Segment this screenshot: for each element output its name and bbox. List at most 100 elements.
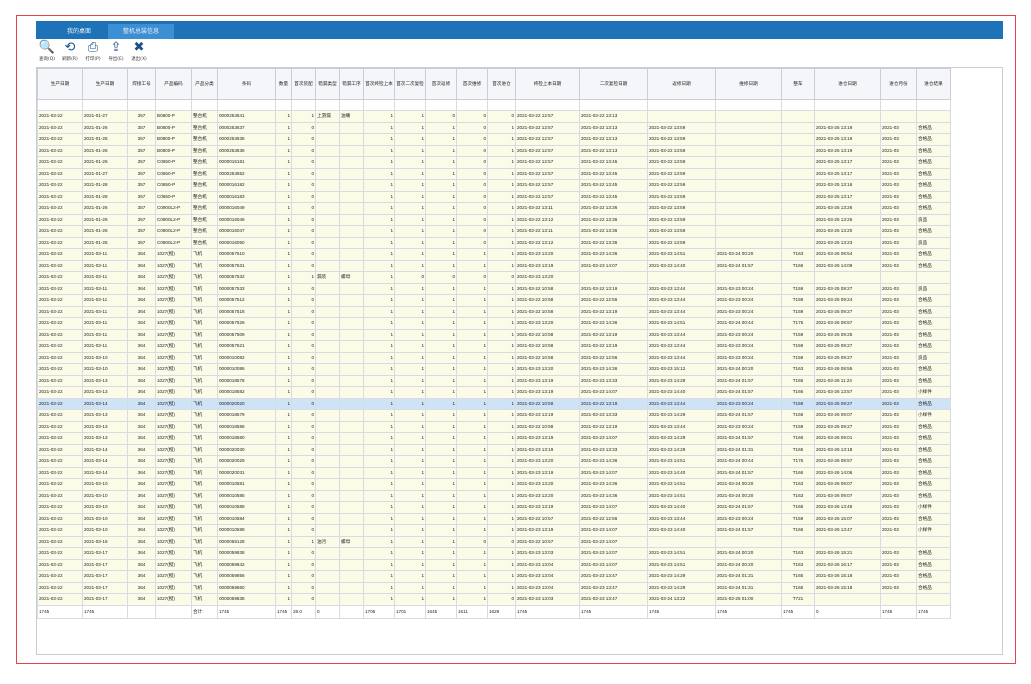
table-row[interactable]: 2021-03-22 2021-01-27 357 B0800-P 整台机 0000253… bbox=[37, 110, 951, 123]
table-row[interactable]: 2021-03-22 2021-03-10 364 1027(橙) 飞机 00000105… bbox=[37, 489, 951, 502]
column-header[interactable]: 首次维修 bbox=[456, 68, 488, 100]
column-header[interactable]: 生产日期 bbox=[37, 68, 83, 100]
table-row[interactable]: 2021-03-22 2021-03-17 364 1027(橙) 飞机 00000598… bbox=[37, 547, 951, 560]
table-row[interactable]: 2021-03-22 2021-03-10 364 1027(橙) 飞机 00000100… bbox=[37, 363, 951, 376]
table-row[interactable]: 2021-03-22 2021-01-26 357 C0900L2-P 整台机 00000… bbox=[37, 202, 951, 215]
table-row[interactable]: 2021-03-22 2021-01-26 357 B0800-P 整台机 0000253… bbox=[37, 144, 951, 157]
column-filter-cell[interactable] bbox=[394, 99, 426, 111]
column-filter-cell[interactable] bbox=[880, 99, 917, 111]
table-row[interactable]: 2021-03-22 2021-01-28 357 C0650-P 整台机 0000016… bbox=[37, 179, 951, 192]
column-filter-cell[interactable] bbox=[715, 99, 782, 111]
table-cell: 2021-03-22 10:58 bbox=[515, 420, 580, 433]
column-header[interactable]: 首次终检上本 bbox=[363, 68, 395, 100]
table-row[interactable]: 2021-03-22 2021-01-26 357 C0900L2-P 整台机 00000… bbox=[37, 236, 951, 249]
column-filter-cell[interactable] bbox=[425, 99, 457, 111]
column-filter-cell[interactable] bbox=[647, 99, 716, 111]
column-filter-cell[interactable] bbox=[515, 99, 580, 111]
column-header[interactable]: 进仓日期 bbox=[814, 68, 881, 100]
table-row[interactable]: 2021-03-22 2021-01-26 357 C0650-P 整台机 0000016… bbox=[37, 156, 951, 169]
column-header[interactable]: 数量 bbox=[275, 68, 292, 100]
table-row[interactable]: 2021-03-22 2021-03-10 364 1027(橙) 飞机 00000100… bbox=[37, 351, 951, 364]
table-row[interactable]: 2021-03-22 2021-01-26 357 B0800-P 整台机 0000253… bbox=[37, 133, 951, 146]
query-button[interactable]: 🔍 查询(Q) bbox=[37, 40, 57, 66]
column-filter-cell[interactable] bbox=[339, 99, 364, 111]
table-row[interactable]: 2021-03-22 2021-03-17 364 1027(橙) 飞机 00000598… bbox=[37, 581, 951, 594]
column-header[interactable]: 错漏工序 bbox=[339, 68, 364, 100]
column-filter-cell[interactable] bbox=[781, 99, 815, 111]
table-row[interactable]: 2021-03-22 2021-03-11 364 1027(橙) 飞机 00000575… bbox=[37, 305, 951, 318]
column-filter-cell[interactable] bbox=[127, 99, 156, 111]
column-filter-cell[interactable] bbox=[916, 99, 951, 111]
column-filter-cell[interactable] bbox=[363, 99, 395, 111]
column-filter-cell[interactable] bbox=[579, 99, 648, 111]
refresh-button[interactable]: ⟲ 刷新(R) bbox=[60, 40, 80, 66]
column-header[interactable]: 条码 bbox=[217, 68, 276, 100]
table-cell bbox=[315, 351, 340, 364]
table-row[interactable]: 2021-03-22 2021-03-16 364 1027(橙) 飞机 00000591… bbox=[37, 535, 951, 548]
column-header[interactable]: 错漏类型 bbox=[315, 68, 340, 100]
table-row[interactable]: 2021-03-22 2021-01-26 357 B0800-P 整台机 0000253… bbox=[37, 121, 951, 134]
table-row[interactable]: 2021-03-22 2021-03-10 364 1027(橙) 飞机 00000105… bbox=[37, 501, 951, 514]
column-header[interactable]: 产品分类 bbox=[191, 68, 218, 100]
table-row[interactable]: 2021-03-22 2021-03-14 364 1027(橙) 飞机 00000200… bbox=[37, 443, 951, 456]
table-row[interactable]: 2021-03-22 2021-03-14 364 1027(橙) 飞机 00000200… bbox=[37, 466, 951, 479]
table-row[interactable]: 2021-03-22 2021-03-13 364 1027(橙) 飞机 00000185… bbox=[37, 386, 951, 399]
column-header[interactable]: 进仓月份 bbox=[880, 68, 917, 100]
column-filter-cell[interactable] bbox=[37, 99, 83, 111]
column-header[interactable]: 二次复检日期 bbox=[579, 68, 648, 100]
table-row[interactable]: 2021-03-22 2021-03-14 364 1027(橙) 飞机 00000200… bbox=[37, 397, 951, 410]
table-row[interactable]: 2021-03-22 2021-03-10 364 1027(橙) 飞机 00000105… bbox=[37, 478, 951, 491]
table-row[interactable]: 2021-03-22 2021-01-26 357 C0900L2-P 整台机 00000… bbox=[37, 213, 951, 226]
table-row[interactable]: 2021-03-22 2021-01-28 357 C0650-P 整台机 0000016… bbox=[37, 190, 951, 203]
table-row[interactable]: 2021-03-22 2021-03-11 364 1027(橙) 飞机 00000575… bbox=[37, 282, 951, 295]
column-filter-cell[interactable] bbox=[814, 99, 881, 111]
table-row[interactable]: 2021-03-22 2021-03-11 364 1027(橙) 飞机 00000575… bbox=[37, 328, 951, 341]
table-row[interactable]: 2021-03-22 2021-03-13 364 1027(橙) 飞机 00000185… bbox=[37, 432, 951, 445]
table-row[interactable]: 2021-03-22 2021-03-11 364 1027(橙) 飞机 00000575… bbox=[37, 294, 951, 307]
table-row[interactable]: 2021-03-22 2021-01-26 357 C0900L2-P 整台机 00000… bbox=[37, 225, 951, 238]
table-row[interactable]: 2021-03-22 2021-03-11 364 1027(橙) 飞机 00000575… bbox=[37, 271, 951, 284]
column-filter-cell[interactable] bbox=[191, 99, 218, 111]
tab-assembly-info[interactable]: 整机总装信息 bbox=[108, 24, 174, 39]
column-header[interactable]: 进仓结果 bbox=[916, 68, 951, 100]
table-row[interactable]: 2021-03-22 2021-03-13 364 1027(橙) 飞机 00000185… bbox=[37, 374, 951, 387]
column-header[interactable]: 首次装配 bbox=[291, 68, 316, 100]
table-row[interactable]: 2021-03-22 2021-03-17 364 1027(橙) 飞机 00000598… bbox=[37, 593, 951, 606]
table-row[interactable]: 2021-03-22 2021-03-11 364 1027(橙) 飞机 00000575… bbox=[37, 317, 951, 330]
column-header[interactable]: 产品编码 bbox=[155, 68, 192, 100]
table-row[interactable]: 2021-03-22 2021-03-17 364 1027(橙) 飞机 00000598… bbox=[37, 570, 951, 583]
column-header[interactable]: 首次进仓 bbox=[487, 68, 516, 100]
table-cell: 0000059856 bbox=[217, 570, 276, 583]
print-button[interactable]: ⎙ 打印(P) bbox=[83, 40, 103, 66]
table-row[interactable]: 2021-03-22 2021-03-10 364 1027(橙) 飞机 00000105… bbox=[37, 524, 951, 537]
column-header[interactable]: 首次二次复检 bbox=[394, 68, 426, 100]
table-row[interactable]: 2021-03-22 2021-03-11 364 1027(橙) 飞机 00000575… bbox=[37, 259, 951, 272]
column-filter-cell[interactable] bbox=[487, 99, 516, 111]
column-header[interactable]: 终检上本日期 bbox=[515, 68, 580, 100]
column-header[interactable]: 生产日期 bbox=[82, 68, 128, 100]
table-row[interactable]: 2021-03-22 2021-03-13 364 1027(橙) 飞机 00000185… bbox=[37, 409, 951, 422]
column-filter-cell[interactable] bbox=[315, 99, 340, 111]
column-filter-cell[interactable] bbox=[291, 99, 316, 111]
column-header[interactable]: 维修日期 bbox=[715, 68, 782, 100]
column-filter-cell[interactable] bbox=[275, 99, 292, 111]
column-header[interactable]: 焊接工号 bbox=[127, 68, 156, 100]
tab-desktop[interactable]: 我的桌面 bbox=[54, 24, 104, 39]
table-row[interactable]: 2021-03-22 2021-03-11 364 1027(橙) 飞机 00000575… bbox=[37, 340, 951, 353]
table-row[interactable]: 2021-03-22 2021-03-13 364 1027(橙) 飞机 00000185… bbox=[37, 420, 951, 433]
data-grid[interactable]: 生产日期 生产日期 焊接工号 产品编码 产品分类 条码 数量 首次装配 错漏类型 错漏工序 首次终检… bbox=[36, 67, 1003, 655]
column-filter-cell[interactable] bbox=[82, 99, 128, 111]
table-row[interactable]: 2021-03-22 2021-03-14 364 1027(橙) 飞机 00000200… bbox=[37, 455, 951, 468]
exit-button[interactable]: ✖ 退出(X) bbox=[129, 40, 149, 66]
export-button[interactable]: ⇪ 导出(E) bbox=[106, 40, 126, 66]
column-header[interactable]: 返修日期 bbox=[647, 68, 716, 100]
column-header[interactable]: 整车 bbox=[781, 68, 815, 100]
column-header[interactable]: 首次返修 bbox=[425, 68, 457, 100]
column-filter-cell[interactable] bbox=[217, 99, 276, 111]
column-filter-cell[interactable] bbox=[155, 99, 192, 111]
table-row[interactable]: 2021-03-22 2021-03-17 364 1027(橙) 飞机 00000598… bbox=[37, 558, 951, 571]
column-filter-cell[interactable] bbox=[456, 99, 488, 111]
table-row[interactable]: 2021-03-22 2021-03-10 364 1027(橙) 飞机 00000105… bbox=[37, 512, 951, 525]
table-row[interactable]: 2021-03-22 2021-01-27 357 C0650-P 整台机 0000253… bbox=[37, 167, 951, 180]
table-row[interactable]: 2021-03-22 2021-03-11 364 1027(橙) 飞机 00000575… bbox=[37, 248, 951, 261]
